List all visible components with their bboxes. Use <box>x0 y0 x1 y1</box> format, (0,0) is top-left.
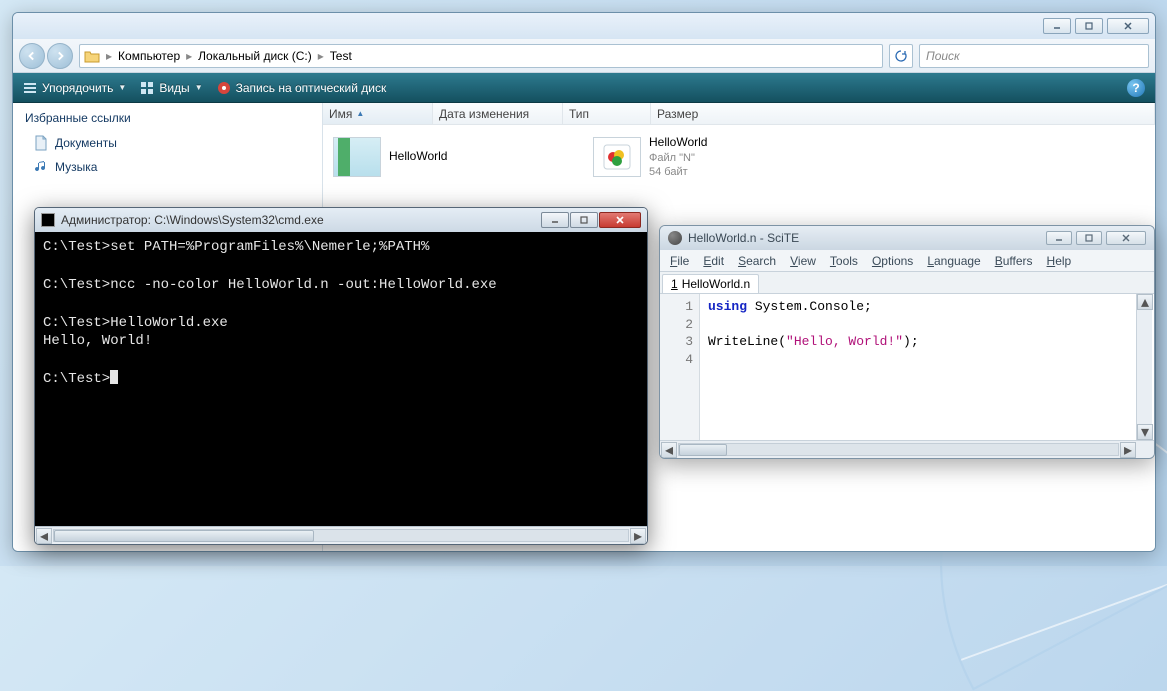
file-name: HelloWorld <box>649 135 707 151</box>
scite-titlebar[interactable]: HelloWorld.n - SciTE <box>660 226 1154 250</box>
scroll-up-icon[interactable]: ▴ <box>1137 294 1153 310</box>
sidebar-link-music[interactable]: Музыка <box>25 155 310 179</box>
scite-menu-options[interactable]: Options <box>872 254 913 268</box>
scite-menu-language[interactable]: Language <box>927 254 980 268</box>
scroll-right-icon[interactable]: ▸ <box>1120 442 1136 458</box>
sort-asc-icon: ▲ <box>356 109 364 118</box>
scite-code[interactable]: using System.Console; WriteLine("Hello, … <box>700 294 1154 440</box>
cmd-title-text: Администратор: C:\Windows\System32\cmd.e… <box>61 213 324 227</box>
nav-back-button[interactable] <box>19 43 45 69</box>
scite-menubar: File Edit Search View Tools Options Language Bu… <box>660 250 1154 272</box>
scite-icon <box>668 231 682 245</box>
scite-vscrollbar[interactable]: ▴ ▾ <box>1136 294 1152 440</box>
scite-menu-buffers[interactable]: Buffers <box>995 254 1033 268</box>
scroll-right-icon[interactable]: ▸ <box>630 528 646 544</box>
file-list: HelloWorld HelloWorld Файл "N" 54 байт <box>323 125 1155 189</box>
toolbar-organize-label: Упорядочить <box>42 81 113 95</box>
scroll-thumb[interactable] <box>54 530 314 542</box>
scite-menu-file[interactable]: File <box>670 254 689 268</box>
chevron-right-icon: ▸ <box>318 49 324 63</box>
chevron-down-icon: ▼ <box>118 83 126 92</box>
cmd-output[interactable]: C:\Test>set PATH=%ProgramFiles%\Nemerle;… <box>35 232 647 526</box>
music-icon <box>33 159 49 175</box>
scite-editor[interactable]: 1234 using System.Console; WriteLine("He… <box>660 294 1154 440</box>
scite-close-button[interactable] <box>1106 231 1146 245</box>
breadcrumb-segment[interactable]: Локальный диск (C:) <box>198 49 312 63</box>
exe-icon <box>333 137 381 177</box>
folder-icon <box>84 49 100 63</box>
scite-maximize-button[interactable] <box>1076 231 1102 245</box>
file-item-n[interactable]: HelloWorld Файл "N" 54 байт <box>593 135 833 179</box>
sidebar-header: Избранные ссылки <box>25 111 310 125</box>
breadcrumb[interactable]: ▸ Компьютер ▸ Локальный диск (C:) ▸ Test <box>79 44 883 68</box>
chevron-down-icon: ▼ <box>195 83 203 92</box>
scite-window: HelloWorld.n - SciTE File Edit Search View T… <box>659 225 1155 459</box>
sidebar-link-label: Музыка <box>55 160 97 174</box>
cmd-minimize-button[interactable] <box>541 212 569 228</box>
column-name[interactable]: Имя ▲ <box>323 103 433 124</box>
column-size[interactable]: Размер <box>651 103 1155 124</box>
search-input[interactable]: Поиск <box>919 44 1149 68</box>
toolbar-organize[interactable]: Упорядочить ▼ <box>23 81 126 95</box>
breadcrumb-segment[interactable]: Компьютер <box>118 49 180 63</box>
explorer-titlebar[interactable] <box>13 13 1155 39</box>
scite-gutter: 1234 <box>660 294 700 440</box>
scite-menu-help[interactable]: Help <box>1047 254 1072 268</box>
scroll-down-icon[interactable]: ▾ <box>1137 424 1153 440</box>
scite-title-text: HelloWorld.n - SciTE <box>688 231 799 245</box>
column-date[interactable]: Дата изменения <box>433 103 563 124</box>
toolbar-views[interactable]: Виды ▼ <box>140 81 202 95</box>
cmd-close-button[interactable] <box>599 212 641 228</box>
toolbar-burn-label: Запись на оптический диск <box>236 81 387 95</box>
scroll-left-icon[interactable]: ◂ <box>36 528 52 544</box>
file-size: 54 байт <box>649 165 707 179</box>
sidebar-link-label: Документы <box>55 136 117 150</box>
cmd-icon <box>41 213 55 227</box>
file-name: HelloWorld <box>389 149 447 165</box>
scite-tab-label: HelloWorld.n <box>682 277 750 291</box>
explorer-maximize-button[interactable] <box>1075 18 1103 34</box>
scite-tabstrip: 1 HelloWorld.n <box>660 272 1154 294</box>
explorer-navbar: ▸ Компьютер ▸ Локальный диск (C:) ▸ Test… <box>13 39 1155 73</box>
scite-minimize-button[interactable] <box>1046 231 1072 245</box>
breadcrumb-segment[interactable]: Test <box>330 49 352 63</box>
disc-icon <box>217 81 231 95</box>
cmd-window: Администратор: C:\Windows\System32\cmd.e… <box>34 207 648 545</box>
cmd-hscrollbar[interactable]: ◂ ▸ <box>35 526 647 544</box>
help-button[interactable]: ? <box>1127 79 1145 97</box>
explorer-toolbar: Упорядочить ▼ Виды ▼ Запись на оптически… <box>13 73 1155 103</box>
cmd-maximize-button[interactable] <box>570 212 598 228</box>
views-icon <box>140 81 154 95</box>
documents-icon <box>33 135 49 151</box>
explorer-close-button[interactable] <box>1107 18 1149 34</box>
scite-tab[interactable]: 1 HelloWorld.n <box>662 274 759 293</box>
column-headers: Имя ▲ Дата изменения Тип Размер <box>323 103 1155 125</box>
scroll-thumb[interactable] <box>679 444 727 456</box>
scite-menu-view[interactable]: View <box>790 254 816 268</box>
explorer-minimize-button[interactable] <box>1043 18 1071 34</box>
scroll-track[interactable] <box>678 443 1119 456</box>
scite-menu-tools[interactable]: Tools <box>830 254 858 268</box>
scite-menu-edit[interactable]: Edit <box>703 254 724 268</box>
chevron-right-icon: ▸ <box>186 49 192 63</box>
file-item-exe[interactable]: HelloWorld <box>333 135 573 179</box>
refresh-button[interactable] <box>889 44 913 68</box>
cmd-titlebar[interactable]: Администратор: C:\Windows\System32\cmd.e… <box>35 208 647 232</box>
scroll-left-icon[interactable]: ◂ <box>661 442 677 458</box>
organize-icon <box>23 81 37 95</box>
n-file-icon <box>593 137 641 177</box>
scite-tab-index: 1 <box>671 277 678 291</box>
toolbar-views-label: Виды <box>159 81 189 95</box>
chevron-right-icon: ▸ <box>106 49 112 63</box>
scite-menu-search[interactable]: Search <box>738 254 776 268</box>
column-type[interactable]: Тип <box>563 103 651 124</box>
scite-hscrollbar[interactable]: ◂ ▸ <box>660 440 1154 458</box>
toolbar-burn[interactable]: Запись на оптический диск <box>217 81 387 95</box>
file-type: Файл "N" <box>649 151 707 165</box>
nav-forward-button[interactable] <box>47 43 73 69</box>
sidebar-link-documents[interactable]: Документы <box>25 131 310 155</box>
search-placeholder: Поиск <box>926 49 960 63</box>
